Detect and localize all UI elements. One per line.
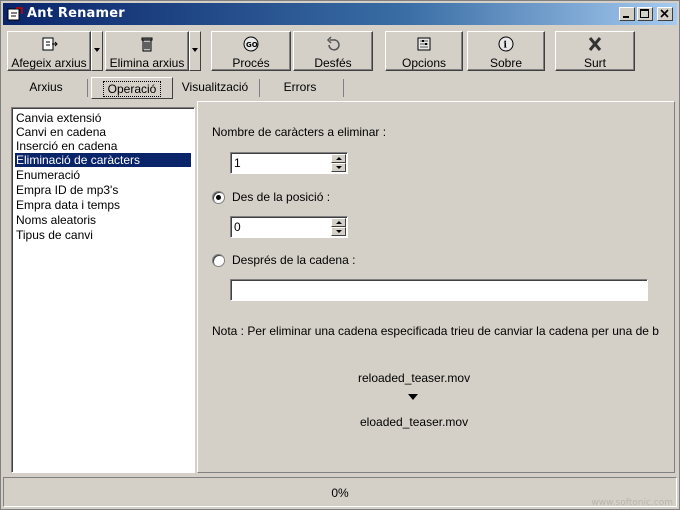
close-button[interactable] [657,7,673,21]
window-title: Ant Renamer [27,6,125,21]
char-count-value: 1 [234,156,241,170]
tab-display[interactable]: Visualització [175,77,255,99]
list-item[interactable]: Noms aleatoris [15,213,97,227]
go-icon: GO [242,36,260,52]
app-window: Ant Renamer Afegeix arxius Elimina arxiu… [0,0,680,510]
char-count-label: Nombre de caràcters a eliminar : [212,125,387,139]
list-item[interactable]: Empra ID de mp3's [15,183,119,197]
undo-icon [324,36,342,52]
tab-files[interactable]: Arxius [9,77,83,99]
list-item-selected[interactable]: Eliminació de caràcters [15,153,191,167]
operation-settings-panel: Nombre de caràcters a eliminar : 1 Des d… [197,101,675,473]
process-label: Procés [232,56,270,70]
about-button[interactable]: i Sobre [467,31,545,71]
exit-button[interactable]: Surt [555,31,635,71]
tab-errors[interactable]: Errors [265,77,335,99]
after-string-label: Després de la cadena : [232,253,356,267]
arrow-up-icon [336,221,342,224]
status-bar: 0% [3,477,677,507]
svg-text:GO: GO [246,41,258,49]
tab-divider [87,79,88,97]
options-icon [415,36,433,52]
maximize-button[interactable] [637,7,653,21]
list-item[interactable]: Empra data i temps [15,198,121,212]
stepper-up-button[interactable] [331,218,346,227]
process-button[interactable]: GO Procés [211,31,291,71]
after-string-input[interactable] [230,279,648,301]
note-text: Nota : Per eliminar una cadena especific… [212,324,659,338]
tab-operation[interactable]: Operació [91,77,173,99]
tab-divider [259,79,260,97]
add-file-icon [40,36,58,52]
arrow-down-icon [336,166,342,169]
add-files-button[interactable]: Afegeix arxius [7,31,91,71]
about-icon: i [497,36,515,52]
arrow-down-icon [336,230,342,233]
trash-icon [138,36,156,52]
operations-list[interactable]: Canvia extensió Canvi en cadena Inserció… [11,107,195,473]
remove-files-dropdown-button[interactable] [189,31,201,71]
watermark: www.softonic.com [591,498,673,508]
tab-errors-label: Errors [283,80,317,94]
tab-files-label: Arxius [29,80,63,94]
arrow-down-icon [408,394,418,400]
list-item[interactable]: Tipus de canvi [15,228,94,242]
add-files-dropdown-button[interactable] [91,31,103,71]
toolbar: Afegeix arxius Elimina arxius GO Procés … [3,27,677,73]
undo-label: Desfés [314,56,352,70]
position-value: 0 [234,220,241,234]
after-string-radio[interactable] [212,254,225,267]
stepper-down-button[interactable] [331,227,346,236]
about-label: Sobre [489,56,523,70]
stepper-up-button[interactable] [331,154,346,163]
app-icon [7,6,23,22]
tab-display-label: Visualització [181,80,249,94]
list-item[interactable]: Canvi en cadena [15,125,107,139]
undo-button[interactable]: Desfés [293,31,373,71]
exit-label: Surt [583,56,606,70]
from-position-label: Des de la posició : [232,190,331,204]
list-item[interactable]: Enumeració [15,168,81,182]
char-count-stepper[interactable]: 1 [230,152,348,174]
progress-text: 0% [331,486,349,500]
remove-files-button[interactable]: Elimina arxius [105,31,189,71]
chevron-down-icon [192,48,198,52]
tab-bar: Arxius Operació Visualització Errors [9,77,679,99]
stepper-down-button[interactable] [331,163,346,172]
list-item[interactable]: Canvia extensió [15,111,102,125]
options-label: Opcions [401,56,447,70]
remove-files-label: Elimina arxius [109,56,185,70]
arrow-up-icon [336,157,342,160]
preview-before: reloaded_teaser.mov [358,371,471,385]
minimize-button[interactable] [619,7,635,21]
svg-text:i: i [504,41,508,51]
position-stepper[interactable]: 0 [230,216,348,238]
tab-operation-label: Operació [102,81,162,97]
title-bar[interactable]: Ant Renamer [3,3,677,25]
preview-after: eloaded_teaser.mov [360,415,469,429]
from-position-radio[interactable] [212,191,225,204]
exit-icon [586,36,604,52]
add-files-label: Afegeix arxius [11,56,87,70]
chevron-down-icon [94,48,100,52]
list-item[interactable]: Inserció en cadena [15,139,118,153]
tab-divider [343,79,344,97]
options-button[interactable]: Opcions [385,31,463,71]
